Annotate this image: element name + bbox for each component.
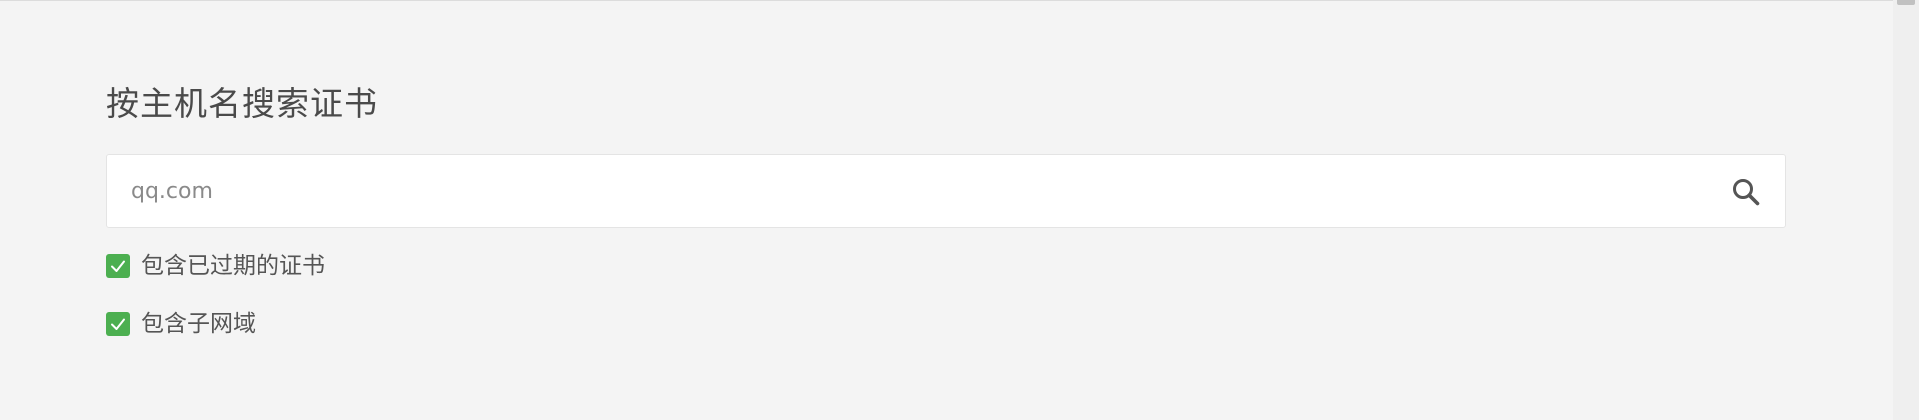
include-subdomains-label: 包含子网域 — [141, 311, 256, 337]
page-title: 按主机名搜索证书 — [106, 84, 378, 123]
vertical-scrollbar[interactable] — [1893, 0, 1919, 420]
certificate-search-panel: 按主机名搜索证书 包含已过期的证书 包含子网域 — [106, 80, 1788, 339]
top-divider — [0, 0, 1893, 1]
check-icon — [111, 318, 125, 330]
include-subdomains-checkbox[interactable] — [106, 312, 130, 336]
hostname-search-input[interactable] — [107, 155, 1697, 227]
include-expired-checkbox[interactable] — [106, 254, 130, 278]
include-expired-option[interactable]: 包含已过期的证书 — [106, 251, 1788, 281]
search-button[interactable] — [1729, 175, 1763, 209]
search-box — [106, 154, 1786, 228]
scrollbar-thumb[interactable] — [1897, 0, 1915, 5]
search-icon — [1733, 179, 1760, 206]
include-subdomains-option[interactable]: 包含子网域 — [106, 309, 1788, 339]
include-expired-label: 包含已过期的证书 — [141, 253, 325, 279]
check-icon — [111, 260, 125, 272]
